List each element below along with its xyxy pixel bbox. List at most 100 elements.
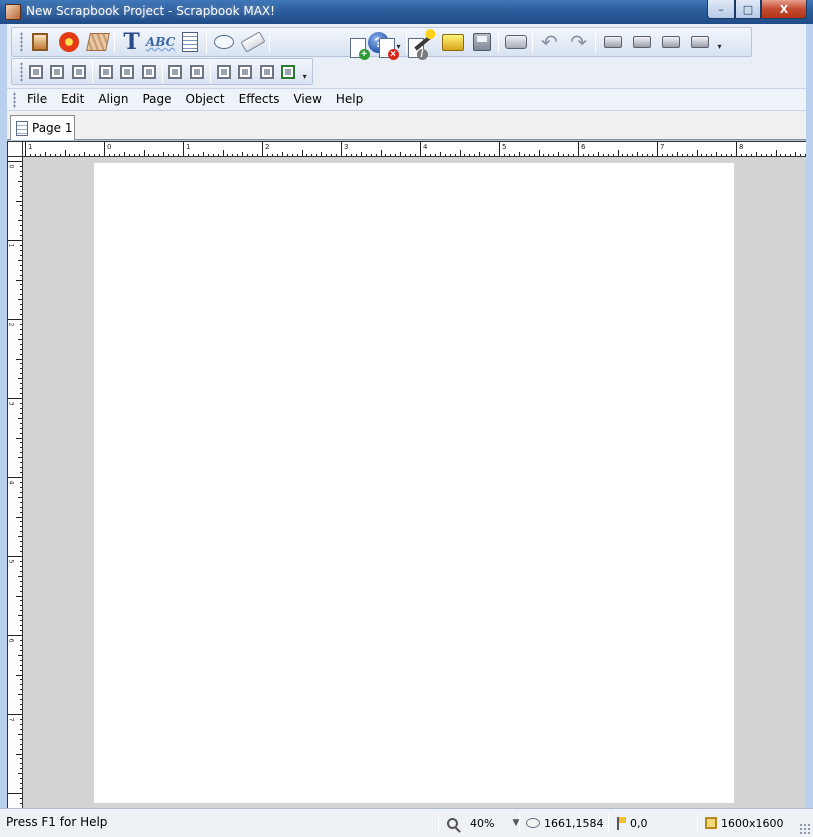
- ruler-minor-tick: [20, 620, 22, 622]
- space-vertical-button[interactable]: [188, 62, 206, 82]
- horizontal-ruler: 1 0 1 2 3 4 5 6 7 8: [23, 141, 806, 157]
- add-journal-button[interactable]: [177, 30, 202, 54]
- ruler-minor-tick: [686, 154, 688, 156]
- add-paper-button[interactable]: [85, 30, 110, 54]
- scrapbook-page[interactable]: [94, 163, 734, 803]
- ruler-minor-tick: [508, 154, 510, 156]
- undo-button[interactable]: ↶: [537, 30, 562, 54]
- bring-forward-button[interactable]: [629, 30, 654, 54]
- menu-edit[interactable]: Edit: [54, 89, 91, 110]
- save-button[interactable]: [469, 30, 494, 54]
- align-right-button[interactable]: [70, 62, 88, 82]
- align-top-button[interactable]: [97, 62, 115, 82]
- toolbar-grip[interactable]: [20, 61, 23, 82]
- minimize-button[interactable]: –: [707, 0, 735, 19]
- close-button[interactable]: X: [761, 0, 807, 19]
- add-caption-button[interactable]: [211, 30, 236, 54]
- ruler-minor-tick: [765, 154, 767, 156]
- window-controls: – □ X: [707, 0, 807, 19]
- space-horizontal-button[interactable]: [167, 62, 185, 82]
- new-page-icon: +: [349, 38, 370, 60]
- ruler-minor-tick: [775, 150, 777, 156]
- redo-button[interactable]: ↷: [566, 30, 591, 54]
- ruler-label: 1: [7, 243, 15, 248]
- menu-page[interactable]: Page: [135, 89, 178, 110]
- tab-page-1[interactable]: Page 1: [10, 115, 75, 140]
- toolbar-separator: [161, 60, 163, 83]
- ruler-major-tick: [8, 714, 22, 715]
- ruler-minor-tick: [20, 353, 22, 355]
- portrait-icon: [31, 33, 48, 51]
- add-page-button[interactable]: +: [274, 30, 370, 60]
- ruler-minor-tick: [202, 152, 204, 156]
- bring-to-front-icon: [603, 36, 622, 48]
- ruler-minor-tick: [513, 154, 515, 156]
- app-icon[interactable]: [5, 4, 21, 20]
- align-bottom-button[interactable]: [140, 62, 158, 82]
- ruler-minor-tick: [187, 154, 189, 156]
- arrange-dropdown-arrow[interactable]: ▾: [716, 33, 723, 51]
- delete-page-button[interactable]: ×: [303, 30, 399, 60]
- print-button[interactable]: [503, 30, 528, 54]
- ruler-minor-tick: [247, 154, 249, 156]
- ruler-minor-tick: [242, 152, 244, 156]
- zoom-control[interactable]: 40% ▼: [447, 813, 519, 833]
- menu-help[interactable]: Help: [329, 89, 370, 110]
- object-position: 0,0: [630, 816, 648, 830]
- open-project-button[interactable]: [440, 30, 465, 54]
- export-button[interactable]: [280, 62, 298, 82]
- ruler-minor-tick: [350, 154, 352, 156]
- help-dropdown-arrow[interactable]: ▾: [395, 33, 402, 51]
- center-page-button[interactable]: [258, 62, 276, 82]
- menu-object[interactable]: Object: [179, 89, 232, 110]
- align-center-button[interactable]: [49, 62, 67, 82]
- resize-grip[interactable]: [799, 823, 811, 835]
- toolbar-grip[interactable]: [20, 32, 23, 52]
- page-size: 1600x1600: [721, 816, 784, 830]
- ruler-minor-tick: [20, 363, 22, 365]
- align-dropdown-arrow[interactable]: ▾: [301, 63, 308, 81]
- center-vertical-button[interactable]: [236, 62, 254, 82]
- ruler-minor-tick: [474, 154, 476, 156]
- ruler-label: 2: [265, 143, 270, 151]
- ruler-minor-tick: [316, 154, 318, 156]
- toolbar-separator: [595, 31, 596, 53]
- menu-view[interactable]: View: [286, 89, 328, 110]
- ruler-minor-tick: [148, 154, 150, 156]
- ruler-major-tick: [657, 142, 658, 156]
- pencil-icon: /: [416, 49, 428, 60]
- ruler-minor-tick: [257, 154, 259, 156]
- menu-grip[interactable]: [13, 91, 16, 108]
- add-embellishment-button[interactable]: [56, 30, 81, 54]
- add-text-button[interactable]: T: [119, 30, 144, 54]
- ruler-minor-tick: [20, 763, 22, 765]
- status-divider: [438, 814, 439, 832]
- ruler-minor-tick: [20, 679, 22, 681]
- align-left-button[interactable]: [27, 62, 45, 82]
- eraser-button[interactable]: [239, 30, 266, 54]
- ruler-minor-tick: [612, 154, 614, 156]
- send-backward-button[interactable]: [658, 30, 683, 54]
- ruler-minor-tick: [311, 154, 313, 156]
- ruler-minor-tick: [69, 154, 71, 156]
- add-photo-button[interactable]: [27, 30, 52, 54]
- title-bar[interactable]: New Scrapbook Project - Scrapbook MAX! –…: [0, 0, 813, 24]
- center-horizontal-button[interactable]: [215, 62, 233, 82]
- ruler-minor-tick: [538, 150, 540, 156]
- ruler-major-tick: [8, 477, 22, 478]
- menu-effects[interactable]: Effects: [232, 89, 287, 110]
- bring-to-front-button[interactable]: [600, 30, 625, 54]
- send-to-back-button[interactable]: [687, 30, 712, 54]
- word-art-button[interactable]: ABC: [146, 30, 175, 54]
- ruler-minor-tick: [153, 154, 155, 156]
- ruler-label: 3: [7, 401, 15, 406]
- canvas-workspace[interactable]: [23, 157, 806, 808]
- ruler-minor-tick: [464, 154, 466, 156]
- menu-file[interactable]: File: [20, 89, 54, 110]
- ruler-minor-tick: [94, 154, 96, 156]
- align-middle-button[interactable]: [118, 62, 136, 82]
- cursor-position: 1661,1584: [544, 816, 604, 830]
- maximize-button[interactable]: □: [735, 0, 761, 19]
- menu-align[interactable]: Align: [91, 89, 135, 110]
- ruler-minor-tick: [548, 154, 550, 156]
